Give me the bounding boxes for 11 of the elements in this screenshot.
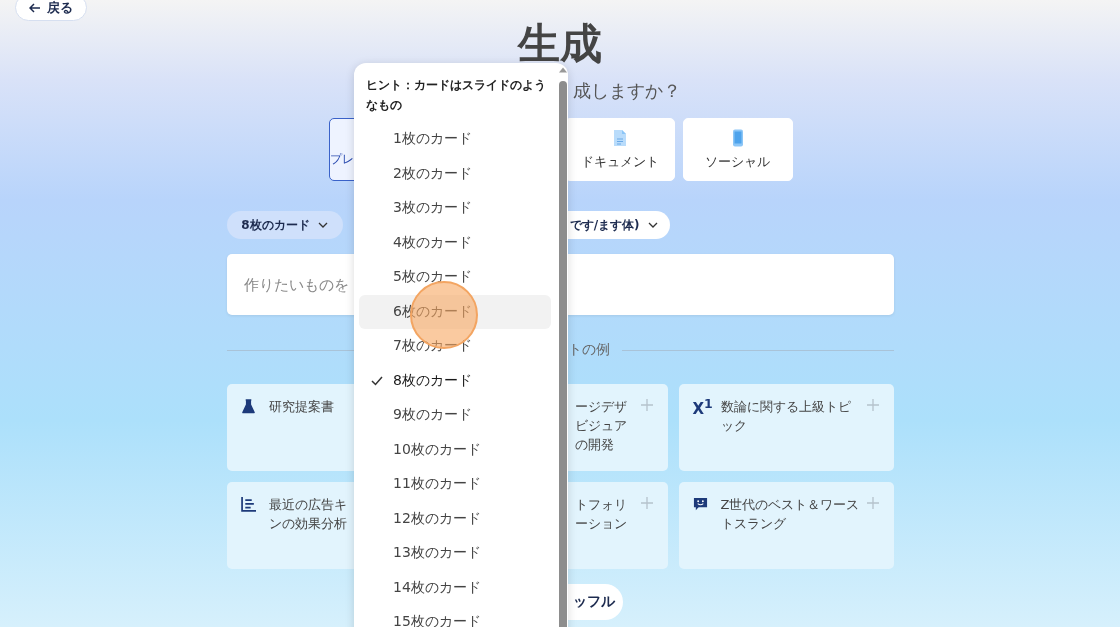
- example-text: ージデザビジュアの開発: [574, 398, 627, 454]
- subtitle: 成しますか？: [572, 80, 681, 101]
- superscript-icon: X$^{1}$: [692, 396, 713, 418]
- example-text: 最近の広告キンの効果分析: [268, 496, 347, 533]
- example-text: 研究提案書: [268, 398, 335, 416]
- menu-hint: ヒント：カードはスライドのようなもの: [365, 77, 547, 114]
- page-title: 生成: [516, 19, 603, 69]
- examples-heading: トの例: [567, 341, 610, 359]
- example-text: 数論に関する上級トピック: [720, 398, 852, 435]
- example-text: Z世代のベスト＆ワーストスラング: [720, 496, 860, 533]
- example-text: トフォリーション: [574, 496, 627, 533]
